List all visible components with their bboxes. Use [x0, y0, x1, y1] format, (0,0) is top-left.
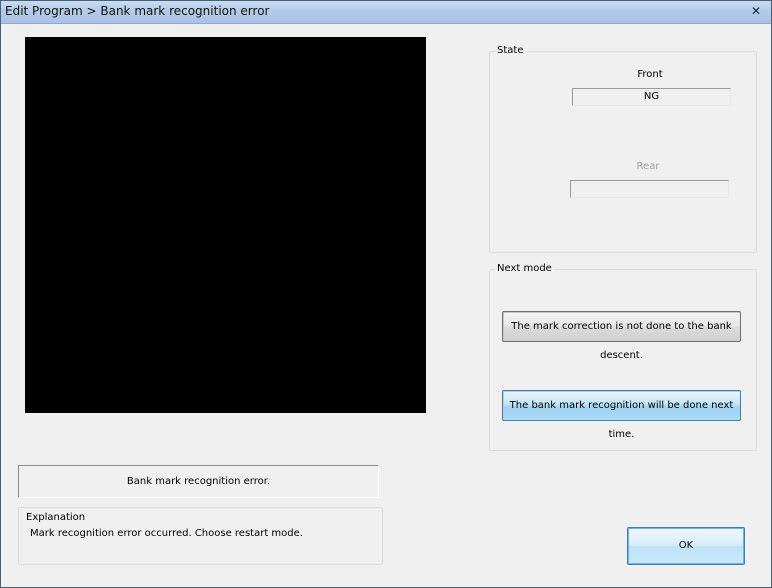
dialog-content: State Front NG Rear Next mode The mark c…: [3, 25, 769, 585]
title-bar[interactable]: Edit Program > Bank mark recognition err…: [1, 1, 771, 24]
front-status-field: NG: [572, 88, 731, 106]
next-mode-legend: Next mode: [495, 263, 554, 274]
camera-image-view: [25, 37, 426, 413]
explanation-legend: Explanation: [26, 512, 86, 523]
ok-button[interactable]: OK: [627, 527, 745, 565]
state-legend: State: [495, 45, 526, 56]
rear-status-field: [570, 180, 729, 198]
explanation-group: Explanation Mark recognition error occur…: [18, 507, 383, 565]
retry-mark-recognition-button[interactable]: The bank mark recognition will be done n…: [502, 390, 741, 440]
next-mode-group: Next mode The mark correction is not don…: [489, 263, 757, 451]
rear-label: Rear: [636, 161, 660, 172]
front-label: Front: [637, 69, 663, 80]
dialog-window: Edit Program > Bank mark recognition err…: [0, 0, 772, 588]
error-message: Bank mark recognition error.: [18, 465, 379, 498]
state-group: State Front NG Rear: [489, 45, 757, 253]
close-icon[interactable]: ✕: [747, 3, 765, 19]
window-title: Edit Program > Bank mark recognition err…: [5, 4, 270, 18]
explanation-text: Mark recognition error occurred. Choose …: [30, 528, 303, 539]
skip-mark-correction-button[interactable]: The mark correction is not done to the b…: [502, 311, 741, 361]
